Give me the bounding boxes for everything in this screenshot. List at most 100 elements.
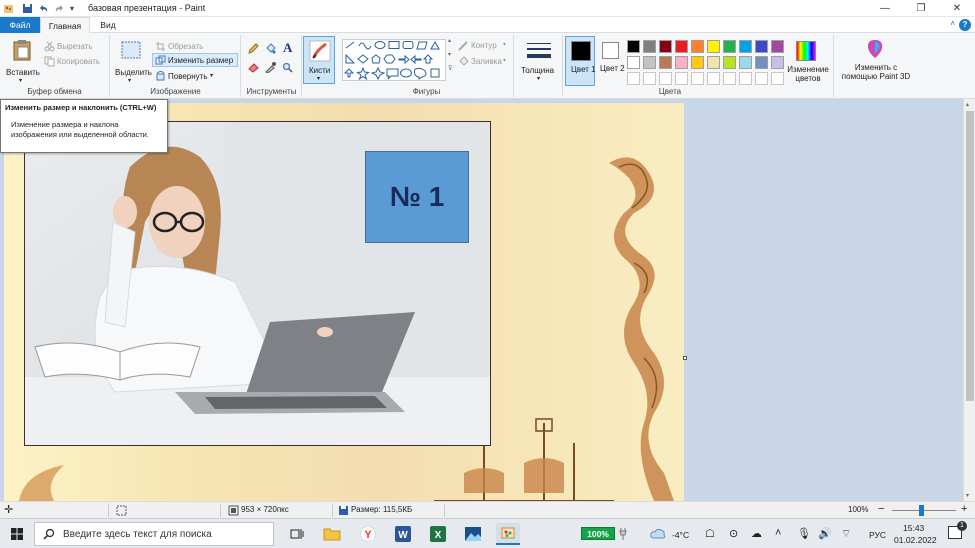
minimize-button[interactable]: — [867,0,903,17]
color-swatch[interactable] [643,56,656,69]
color-swatch[interactable] [643,40,656,53]
taskbar-photos[interactable] [461,523,485,545]
customize-toolbar-icon[interactable]: ▾ [70,3,81,14]
shapes-scroll-down-icon[interactable]: ▾ [448,51,451,58]
custom-color-slot[interactable] [627,72,640,85]
custom-color-slot[interactable] [675,72,688,85]
text-tool-icon[interactable]: A [283,40,294,55]
paint3d-button[interactable]: Изменить с помощью Paint 3D [836,35,914,87]
color-swatch[interactable] [723,56,736,69]
clock-time[interactable]: 15:43 [903,523,924,533]
color-swatch[interactable] [739,40,752,53]
fill-bucket-icon[interactable] [265,43,276,54]
restore-button[interactable]: ❐ [903,0,939,17]
save-icon[interactable] [22,3,33,14]
color2-button[interactable]: Цвет 2 [597,36,625,86]
outline-dropdown-icon[interactable]: ▾ [503,41,506,48]
color-swatch[interactable] [755,56,768,69]
meet-now-icon[interactable]: ☖ [705,527,715,540]
color-swatch[interactable] [755,40,768,53]
network-icon[interactable]: ⌔ [841,527,851,541]
custom-color-slot[interactable] [755,72,768,85]
zoom-out-button[interactable]: − [878,503,884,515]
custom-color-slot[interactable] [739,72,752,85]
shapes-scroll-up-icon[interactable]: ▴ [448,37,451,44]
eraser-icon[interactable] [248,62,259,73]
show-hidden-icons-icon[interactable]: ˄ [775,527,781,539]
color-swatch[interactable] [739,56,752,69]
pencil-icon[interactable] [248,43,259,54]
battery-indicator[interactable]: 100% [581,527,615,540]
select-dropdown-icon[interactable]: ▾ [128,77,131,84]
scroll-down-icon[interactable]: ▾ [966,492,969,499]
custom-color-slot[interactable] [691,72,704,85]
color-swatch[interactable] [691,40,704,53]
size-button[interactable]: Толщина ▾ [519,39,559,83]
redo-icon[interactable] [54,3,65,14]
cut-button[interactable]: Вырезать [57,42,93,51]
tab-view[interactable]: Вид [90,17,126,33]
edit-colors-button[interactable]: Изменение цветов [780,37,834,87]
color-swatch[interactable] [691,56,704,69]
color-swatch[interactable] [707,56,720,69]
taskbar-excel[interactable]: X [426,523,450,545]
taskbar-yandex[interactable]: Y [356,523,380,545]
microphone-icon[interactable]: 🎙 [797,527,811,540]
taskbar-search-box[interactable]: Введите здесь текст для поиска [34,522,274,546]
zoom-slider-track[interactable] [892,510,956,511]
rotate-dropdown-icon[interactable]: ▾ [210,72,213,79]
rotate-button[interactable]: Повернуть [168,72,208,81]
resize-button[interactable]: Изменить размер [152,53,238,67]
help-icon[interactable]: ? [959,19,971,31]
outline-button[interactable]: Контур [471,41,497,50]
size-dropdown-icon[interactable]: ▾ [537,75,540,82]
taskbar-paint[interactable] [496,523,520,545]
custom-color-slot[interactable] [723,72,736,85]
input-language[interactable]: РУС [869,530,886,540]
taskbar-explorer[interactable] [320,523,344,545]
zoom-in-button[interactable]: + [961,503,967,515]
drawing-canvas[interactable]: № 1 [4,103,684,501]
fill-dropdown-icon[interactable]: ▾ [503,57,506,64]
tab-file[interactable]: Файл [0,17,40,33]
copy-button[interactable]: Копировать [57,57,100,66]
canvas-resize-handle[interactable] [683,356,687,360]
color-picker-icon[interactable] [265,62,276,73]
custom-color-slot[interactable] [707,72,720,85]
custom-color-slot[interactable] [643,72,656,85]
color-swatch[interactable] [675,40,688,53]
onedrive-icon[interactable]: ☁ [751,527,762,540]
color-swatch[interactable] [659,40,672,53]
shapes-expand-icon[interactable]: ⊽ [448,65,452,72]
color1-button[interactable]: Цвет 1 [565,36,596,86]
magnifier-icon[interactable] [282,62,293,73]
people-icon[interactable]: ⊙ [729,527,738,540]
volume-icon[interactable]: 🔊 [818,527,832,540]
close-button[interactable]: ✕ [939,0,975,17]
scroll-up-icon[interactable]: ▴ [966,101,969,108]
tab-home[interactable]: Главная [40,17,90,34]
fill-button[interactable]: Заливка [471,57,502,66]
color-swatch[interactable] [627,40,640,53]
brushes-dropdown-icon[interactable]: ▾ [317,75,320,82]
color-swatch[interactable] [627,56,640,69]
scrollbar-thumb[interactable] [966,111,974,401]
crop-button[interactable]: Обрезать [168,42,203,51]
task-view-button[interactable] [285,523,309,545]
notification-center-icon[interactable]: 1 [948,521,967,539]
color-swatch[interactable] [707,40,720,53]
custom-color-slot[interactable] [659,72,672,85]
taskbar-word[interactable]: W [391,523,415,545]
shapes-gallery[interactable] [342,39,446,81]
select-button[interactable]: Выделить ▾ [113,37,152,84]
zoom-slider-thumb[interactable] [919,505,924,516]
clock-date[interactable]: 01.02.2022 [894,535,937,545]
color-swatch[interactable] [723,40,736,53]
vertical-scrollbar[interactable]: ▴ ▾ [963,99,975,501]
undo-icon[interactable] [38,3,49,14]
brushes-button[interactable]: Кисти ▾ [303,36,335,84]
paste-button[interactable]: Вставить ▾ [4,37,40,84]
windows-start-icon[interactable] [11,528,23,540]
color-swatch[interactable] [659,56,672,69]
color-swatch[interactable] [675,56,688,69]
